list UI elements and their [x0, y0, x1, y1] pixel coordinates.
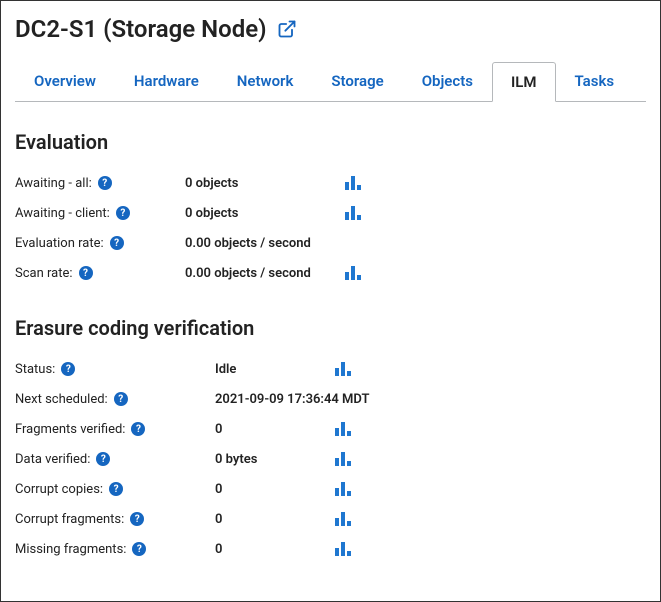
value-corrupt-copies: 0	[215, 482, 335, 497]
chart-icon[interactable]	[335, 542, 351, 556]
row-corrupt-copies: Corrupt copies: ? 0	[15, 474, 646, 504]
label-fragments-verified: Fragments verified:	[15, 422, 125, 437]
help-icon[interactable]: ?	[131, 422, 145, 436]
help-icon[interactable]: ?	[116, 206, 130, 220]
row-evaluation-rate: Evaluation rate: ? 0.00 objects / second	[15, 228, 646, 258]
tab-overview[interactable]: Overview	[15, 61, 115, 101]
row-data-verified: Data verified: ? 0 bytes	[15, 444, 646, 474]
row-missing-fragments: Missing fragments: ? 0	[15, 534, 646, 564]
value-data-verified: 0 bytes	[215, 452, 335, 467]
tab-storage[interactable]: Storage	[312, 61, 402, 101]
label-evaluation-rate: Evaluation rate:	[15, 236, 104, 251]
chart-icon[interactable]	[335, 452, 351, 466]
row-status: Status: ? Idle	[15, 354, 646, 384]
tab-bar: Overview Hardware Network Storage Object…	[15, 61, 646, 102]
help-icon[interactable]: ?	[130, 512, 144, 526]
open-external-icon[interactable]	[277, 19, 297, 39]
chart-icon[interactable]	[345, 176, 361, 190]
tab-network[interactable]: Network	[218, 61, 313, 101]
value-corrupt-fragments: 0	[215, 512, 335, 527]
help-icon[interactable]: ?	[110, 236, 124, 250]
help-icon[interactable]: ?	[114, 392, 128, 406]
row-awaiting-client: Awaiting - client: ? 0 objects	[15, 198, 646, 228]
page-title: DC2-S1 (Storage Node)	[15, 15, 646, 43]
value-scan-rate: 0.00 objects / second	[185, 266, 345, 281]
chart-icon[interactable]	[335, 422, 351, 436]
label-corrupt-fragments: Corrupt fragments:	[15, 512, 124, 527]
help-icon[interactable]: ?	[98, 176, 112, 190]
value-awaiting-all: 0 objects	[185, 176, 345, 191]
chart-icon[interactable]	[345, 266, 361, 280]
value-status: Idle	[215, 362, 335, 377]
chart-icon[interactable]	[335, 482, 351, 496]
label-corrupt-copies: Corrupt copies:	[15, 482, 103, 497]
label-missing-fragments: Missing fragments:	[15, 542, 126, 557]
label-next-scheduled: Next scheduled:	[15, 392, 108, 407]
value-fragments-verified: 0	[215, 422, 335, 437]
value-next-scheduled: 2021-09-09 17:36:44 MDT	[215, 392, 370, 407]
help-icon[interactable]: ?	[132, 542, 146, 556]
row-fragments-verified: Fragments verified: ? 0	[15, 414, 646, 444]
section-title-evaluation: Evaluation	[15, 130, 646, 154]
tab-hardware[interactable]: Hardware	[115, 61, 218, 101]
tab-ilm[interactable]: ILM	[492, 62, 556, 102]
label-data-verified: Data verified:	[15, 452, 90, 467]
chart-icon[interactable]	[345, 206, 361, 220]
help-icon[interactable]: ?	[79, 266, 93, 280]
chart-icon[interactable]	[335, 362, 351, 376]
row-next-scheduled: Next scheduled: ? 2021-09-09 17:36:44 MD…	[15, 384, 646, 414]
value-evaluation-rate: 0.00 objects / second	[185, 236, 345, 251]
row-scan-rate: Scan rate: ? 0.00 objects / second	[15, 258, 646, 288]
help-icon[interactable]: ?	[61, 362, 75, 376]
label-status: Status:	[15, 362, 55, 377]
chart-icon[interactable]	[335, 512, 351, 526]
label-awaiting-all: Awaiting - all:	[15, 176, 92, 191]
label-scan-rate: Scan rate:	[15, 266, 73, 281]
help-icon[interactable]: ?	[109, 482, 123, 496]
value-awaiting-client: 0 objects	[185, 206, 345, 221]
row-awaiting-all: Awaiting - all: ? 0 objects	[15, 168, 646, 198]
label-awaiting-client: Awaiting - client:	[15, 206, 110, 221]
help-icon[interactable]: ?	[96, 452, 110, 466]
tab-tasks[interactable]: Tasks	[556, 61, 634, 101]
tab-objects[interactable]: Objects	[403, 61, 492, 101]
value-missing-fragments: 0	[215, 542, 335, 557]
page-title-text: DC2-S1 (Storage Node)	[15, 15, 267, 43]
row-corrupt-fragments: Corrupt fragments: ? 0	[15, 504, 646, 534]
section-title-ecv: Erasure coding verification	[15, 316, 646, 340]
